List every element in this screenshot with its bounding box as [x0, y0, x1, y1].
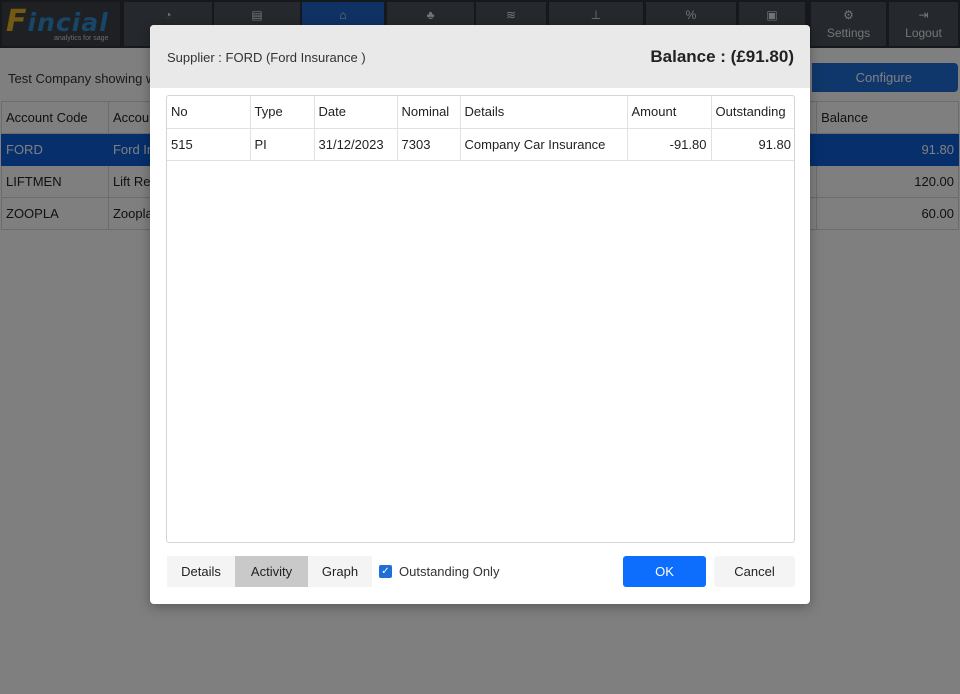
- dialog-footer: Details Activity Graph ✓ Outstanding Onl…: [150, 555, 810, 589]
- column-header-amount[interactable]: Amount: [627, 96, 712, 129]
- tab-details[interactable]: Details: [167, 556, 235, 587]
- outstanding-only-checkbox[interactable]: ✓ Outstanding Only: [379, 564, 499, 579]
- cell-date: 31/12/2023: [314, 128, 398, 161]
- column-header-date[interactable]: Date: [314, 96, 398, 129]
- column-header-nominal[interactable]: Nominal: [397, 96, 461, 129]
- column-header-no[interactable]: No: [167, 96, 251, 129]
- cell-outstanding: 91.80: [711, 128, 794, 161]
- column-header-outstanding[interactable]: Outstanding: [711, 96, 794, 129]
- table-row[interactable]: 515 PI 31/12/2023 7303 Company Car Insurance…: [167, 128, 794, 161]
- supplier-activity-dialog: Supplier : FORD (Ford Insurance ) Balanc…: [150, 25, 810, 604]
- cancel-button[interactable]: Cancel: [714, 556, 795, 587]
- cell-type: PI: [250, 128, 315, 161]
- cell-no: 515: [167, 128, 251, 161]
- column-header-type[interactable]: Type: [250, 96, 315, 129]
- cell-details: Company Car Insurance: [460, 128, 628, 161]
- ok-button[interactable]: OK: [623, 556, 706, 587]
- outstanding-only-label: Outstanding Only: [399, 564, 500, 579]
- transactions-grid: No Type Date Nominal Details Amount Outstandin…: [166, 95, 795, 543]
- cell-nominal: 7303: [397, 128, 461, 161]
- column-header-details[interactable]: Details: [460, 96, 628, 129]
- checkbox-checked-icon[interactable]: ✓: [379, 565, 392, 578]
- cell-amount: -91.80: [627, 128, 712, 161]
- tab-activity[interactable]: Activity: [235, 556, 308, 587]
- balance-label: Balance : (£91.80): [650, 47, 794, 66]
- supplier-label: Supplier : FORD (Ford Insurance ): [167, 50, 366, 65]
- dialog-header: Supplier : FORD (Ford Insurance ) Balanc…: [150, 25, 810, 88]
- tab-graph[interactable]: Graph: [308, 556, 372, 587]
- grid-header-row: No Type Date Nominal Details Amount Outstandin…: [167, 96, 794, 129]
